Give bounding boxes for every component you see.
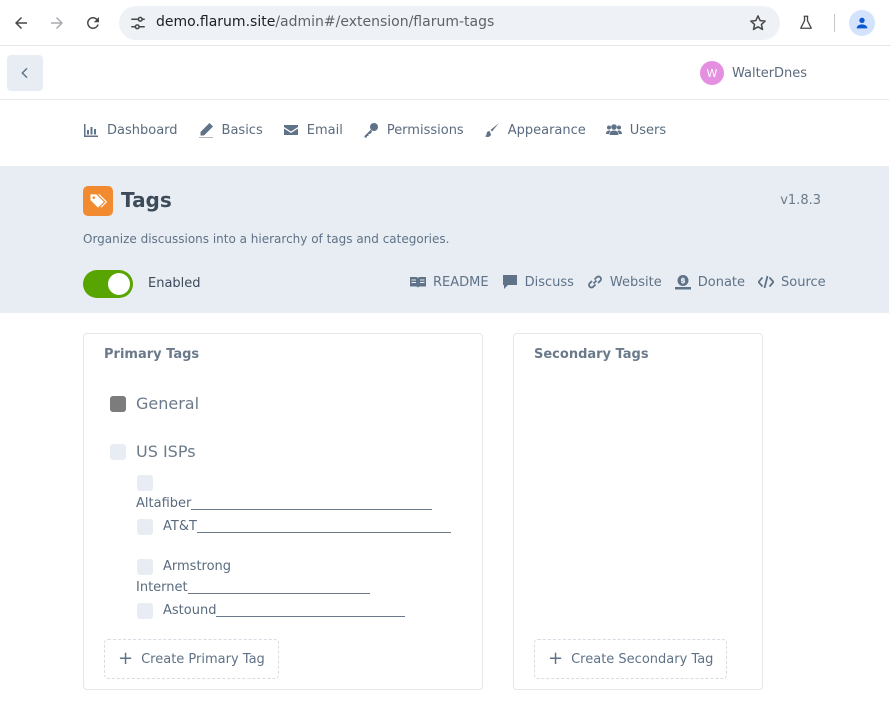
labs-flask-icon[interactable] [794,11,818,35]
secondary-tags-title: Secondary Tags [534,347,649,362]
tag-color-swatch [110,395,126,412]
reload-icon[interactable] [81,11,105,35]
website-link[interactable]: Website [587,274,662,290]
child-tag-armstrong-continued[interactable]: Internet [136,578,370,598]
nav-item-users[interactable]: Users [605,122,666,138]
child-tag-armstrong[interactable]: Armstrong [163,557,231,577]
link-icon [588,275,602,289]
bookmark-star-icon[interactable] [748,13,768,33]
child-tag-astound[interactable]: Astound [163,601,406,621]
toolbar-divider [834,14,835,32]
discuss-link[interactable]: Discuss [502,274,574,290]
child-tag-att[interactable]: AT&T [163,517,451,537]
create-primary-tag-button[interactable]: + Create Primary Tag [104,639,279,679]
tag-icon [90,194,108,208]
forward-arrow-icon[interactable] [45,11,69,35]
secondary-tags-panel: Secondary Tags + Create Secondary Tag [513,333,763,690]
source-link[interactable]: Source [758,274,826,290]
nav-item-permissions[interactable]: Permissions [363,122,464,138]
browser-toolbar: demo.flarum.site/admin#/extension/flarum… [0,0,891,46]
nav-item-email[interactable]: Email [283,122,343,138]
back-button[interactable] [7,55,43,91]
toggle-knob [108,273,130,295]
code-icon [758,275,775,289]
avatar: W [700,61,724,85]
tag-name: US ISPs [136,442,196,461]
child-tag-swatch [137,519,153,535]
extension-header: Tags v1.8.3 Organize discussions into a … [0,166,889,313]
tag-name: General [136,394,200,413]
tags-extension-icon [83,186,113,216]
app-header: W WalterDnes [0,46,889,100]
drag-line [187,593,370,594]
drag-line [191,509,433,510]
plus-icon: + [548,648,564,669]
plus-icon: + [118,648,134,669]
child-tag-altafiber[interactable]: Altafiber [136,494,433,514]
drag-line [216,616,406,617]
extension-links: README Discuss Website Donate Source [410,274,826,290]
tag-us-isps[interactable]: US ISPs [110,442,196,461]
nav-item-basics[interactable]: Basics [198,122,263,138]
enabled-label: Enabled [148,276,201,291]
extension-title: Tags [121,188,172,212]
back-arrow-icon[interactable] [9,11,33,35]
chevron-left-icon [21,67,28,79]
envelope-icon [283,125,298,135]
enable-toggle[interactable] [83,270,133,298]
key-icon [364,123,378,138]
child-tag-swatch [137,559,153,575]
admin-nav: Dashboard Basics Email Permissions Appea… [0,100,889,166]
nav-item-dashboard[interactable]: Dashboard [83,122,178,138]
address-bar[interactable]: demo.flarum.site/admin#/extension/flarum… [119,6,780,40]
primary-tags-title: Primary Tags [104,347,200,362]
chart-icon [84,124,98,137]
site-settings-icon[interactable] [129,14,147,32]
pencil-icon [198,123,213,138]
book-icon [410,277,426,288]
child-tag-swatch [137,603,153,619]
url-text: demo.flarum.site/admin#/extension/flarum… [156,14,495,30]
child-tag-swatch [137,475,153,491]
profile-icon[interactable] [849,10,875,36]
users-icon [605,124,622,135]
extension-description: Organize discussions into a hierarchy of… [83,232,450,246]
username: WalterDnes [732,65,808,81]
create-secondary-tag-button[interactable]: + Create Secondary Tag [534,639,728,679]
primary-tags-panel: Primary Tags General US ISPs Altafiber A… [83,333,483,690]
paintbrush-icon [484,123,499,137]
nav-item-appearance[interactable]: Appearance [484,122,586,138]
readme-link[interactable]: README [410,274,489,290]
extension-version: v1.8.3 [780,193,821,208]
donate-link[interactable]: Donate [674,274,745,290]
tag-color-swatch [110,443,126,460]
drag-line [196,532,451,533]
comment-icon [502,275,517,289]
tag-general[interactable]: General [110,394,199,413]
donate-icon [674,275,691,290]
user-menu[interactable]: W WalterDnes [700,61,807,85]
